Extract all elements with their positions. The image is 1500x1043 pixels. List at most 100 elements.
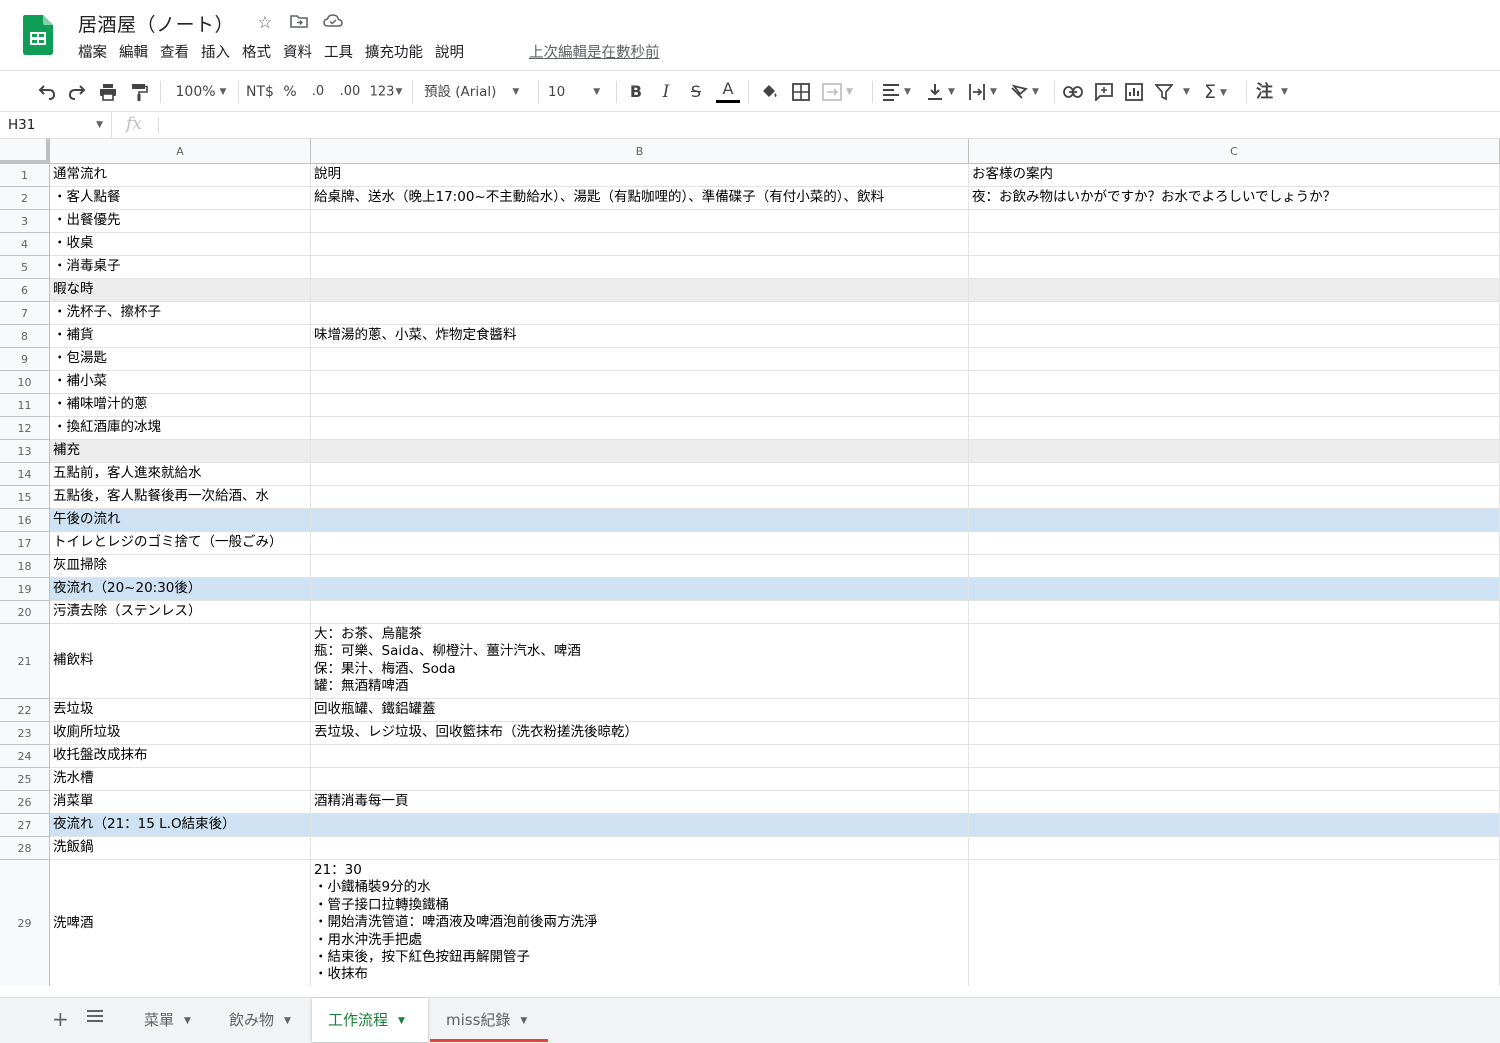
row-header[interactable]: 5 [0,256,50,279]
cell-col-a[interactable]: ・出餐優先 [50,210,311,233]
cell-col-b[interactable] [311,837,969,860]
cell-col-c[interactable] [969,791,1500,814]
cell-col-c[interactable] [969,509,1500,532]
menu-data[interactable]: 資料 [277,43,318,63]
row-header[interactable]: 7 [0,302,50,325]
cell-col-a[interactable]: 洗啤酒 [50,860,311,986]
row-header[interactable]: 24 [0,745,50,768]
cell-col-a[interactable]: 夜流れ（20~20:30後） [50,578,311,601]
cell-col-a[interactable]: 暇な時 [50,279,311,302]
menu-edit[interactable]: 編輯 [113,43,154,63]
cell-col-c[interactable] [969,233,1500,256]
insert-comment-icon[interactable] [1093,79,1115,105]
cell-col-a[interactable]: ・客人點餐 [50,187,311,210]
percent-format-button[interactable]: % [280,79,300,105]
print-icon[interactable] [97,79,119,105]
cell-col-b[interactable] [311,814,969,837]
row-header[interactable]: 14 [0,463,50,486]
row-header[interactable]: 28 [0,837,50,860]
cell-col-b[interactable]: 大：お茶、烏龍茶 瓶：可樂、Saida、柳橙汁、薑汁汽水、啤酒 保：果汁、梅酒、… [311,624,969,699]
cell-col-a[interactable]: 洗飯鍋 [50,837,311,860]
cell-col-c[interactable]: 夜：お飲み物はいかがですか？お水でよろしいでしょうか？ [969,187,1500,210]
cell-col-c[interactable] [969,486,1500,509]
cell-col-a[interactable]: 五點後，客人點餐後再一次給酒、水 [50,486,311,509]
cell-col-b[interactable]: 21：30 ・小鐵桶裝9分的水 ・管子接口拉轉換鐵桶 ・開始清洗管道：啤酒液及啤… [311,860,969,986]
cell-col-a[interactable]: 收托盤改成抹布 [50,745,311,768]
cloud-status-icon[interactable] [322,12,344,34]
sheet-tab-drinks[interactable]: 飲み物 ▼ [213,998,309,1042]
cell-col-a[interactable]: 補飲料 [50,624,311,699]
sheet-tab-workflow[interactable]: 工作流程 ▼ [312,998,428,1042]
cell-col-c[interactable] [969,837,1500,860]
menu-tools[interactable]: 工具 [318,43,359,63]
select-all-corner[interactable] [0,139,50,164]
strikethrough-button[interactable]: S [685,79,707,105]
cell-col-b[interactable]: 給桌牌、送水（晚上17:00~不主動給水）、湯匙（有點咖哩的）、準備碟子（有付小… [311,187,969,210]
menu-extensions[interactable]: 擴充功能 [359,43,429,63]
cell-col-c[interactable] [969,699,1500,722]
font-family-select[interactable]: 預設 (Arial) ▼ [424,79,528,105]
cell-col-b[interactable] [311,371,969,394]
cell-col-a[interactable]: ・補貨 [50,325,311,348]
row-header[interactable]: 15 [0,486,50,509]
cell-col-a[interactable]: 夜流れ（21：15 L.O結束後） [50,814,311,837]
cell-col-b[interactable] [311,463,969,486]
row-header[interactable]: 1 [0,164,50,187]
input-tools-button[interactable]: 注 ▼ [1256,79,1296,105]
cell-col-b[interactable] [311,601,969,624]
row-header[interactable]: 9 [0,348,50,371]
insert-chart-icon[interactable] [1123,79,1145,105]
cell-col-c[interactable] [969,325,1500,348]
cell-col-b[interactable]: 酒精消毒每一頁 [311,791,969,814]
sheet-tab-miss-log[interactable]: miss紀錄 ▼ [430,998,548,1042]
menu-help[interactable]: 說明 [429,43,470,63]
cell-col-b[interactable]: 回收瓶罐、鐵鋁罐蓋 [311,699,969,722]
cell-col-a[interactable]: ・換紅酒庫的冰塊 [50,417,311,440]
column-header-c[interactable]: C [969,139,1500,164]
menu-view[interactable]: 查看 [154,43,195,63]
cell-col-a[interactable]: ・消毒桌子 [50,256,311,279]
row-header[interactable]: 29 [0,860,50,986]
row-header[interactable]: 17 [0,532,50,555]
zoom-select[interactable]: 100% ▼ [170,79,232,105]
menu-insert[interactable]: 插入 [195,43,236,63]
cell-col-c[interactable] [969,210,1500,233]
row-header[interactable]: 8 [0,325,50,348]
functions-icon[interactable]: Σ ▼ [1204,79,1240,105]
cell-col-b[interactable] [311,210,969,233]
cell-col-a[interactable]: 補充 [50,440,311,463]
menu-file[interactable]: 檔案 [72,43,113,63]
cell-col-a[interactable]: 收廁所垃圾 [50,722,311,745]
document-title[interactable]: 居酒屋（ノート） [78,10,234,37]
text-wrap-icon[interactable]: ▼ [968,79,1004,105]
add-sheet-icon[interactable]: + [52,1008,69,1030]
sheets-logo-icon[interactable] [23,15,53,55]
cell-col-b[interactable] [311,768,969,791]
merge-cells-icon[interactable]: ▼ [822,79,862,105]
row-header[interactable]: 13 [0,440,50,463]
cell-col-c[interactable] [969,768,1500,791]
cell-col-a[interactable]: 丟垃圾 [50,699,311,722]
cell-col-c[interactable] [969,348,1500,371]
row-header[interactable]: 12 [0,417,50,440]
menu-format[interactable]: 格式 [236,43,277,63]
text-color-button[interactable]: A [716,79,740,103]
cell-col-a[interactable]: 午後の流れ [50,509,311,532]
horizontal-align-icon[interactable]: ▼ [882,79,918,105]
row-header[interactable]: 23 [0,722,50,745]
cell-col-b[interactable] [311,745,969,768]
row-header[interactable]: 11 [0,394,50,417]
cell-col-c[interactable] [969,722,1500,745]
insert-link-icon[interactable] [1062,79,1084,105]
row-header[interactable]: 6 [0,279,50,302]
cell-col-b[interactable] [311,555,969,578]
row-header[interactable]: 22 [0,699,50,722]
last-edit-link[interactable]: 上次編輯是在數秒前 [529,43,660,63]
cell-col-c[interactable] [969,860,1500,986]
row-header[interactable]: 19 [0,578,50,601]
cell-col-c[interactable] [969,440,1500,463]
cell-col-a[interactable]: 灰皿掃除 [50,555,311,578]
cell-col-c[interactable] [969,279,1500,302]
row-header[interactable]: 16 [0,509,50,532]
row-header[interactable]: 26 [0,791,50,814]
